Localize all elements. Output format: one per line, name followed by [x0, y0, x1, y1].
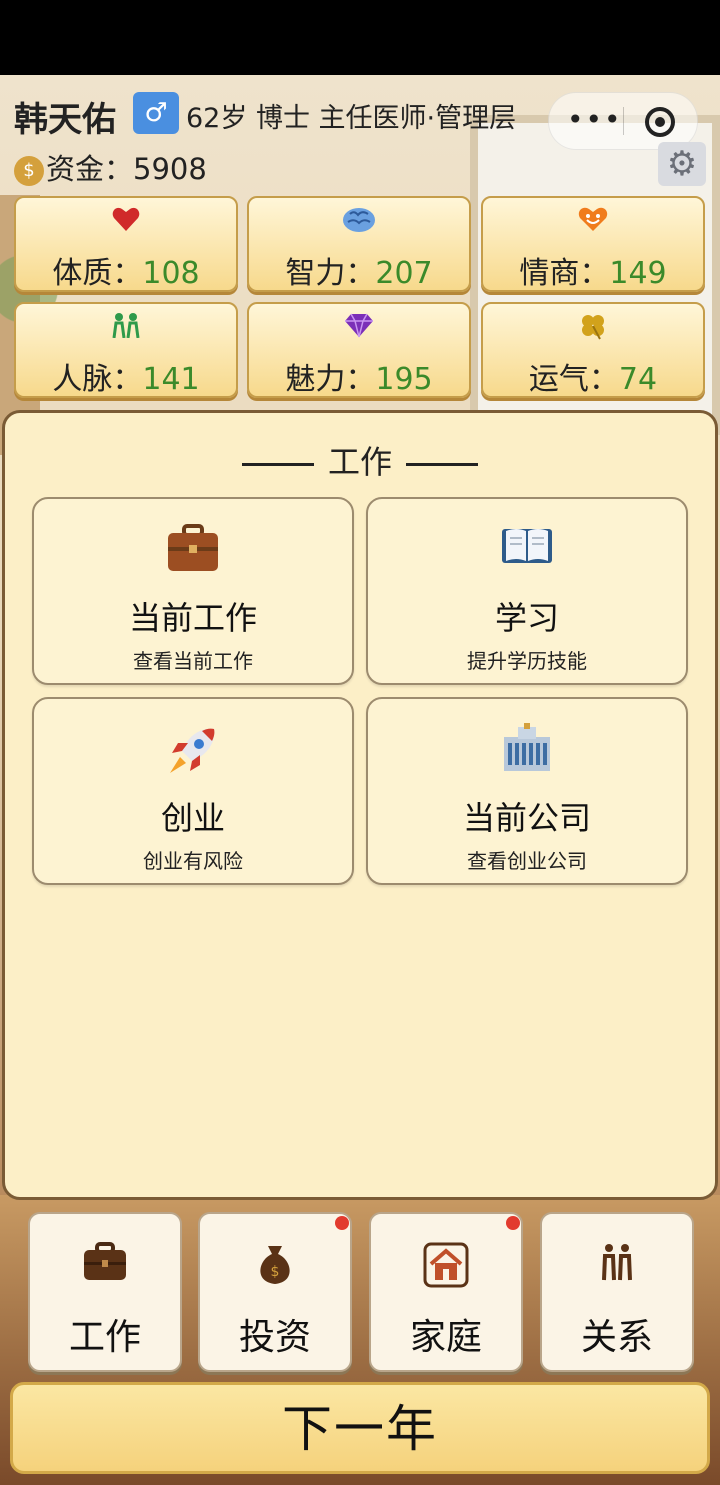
money-bag-icon: $: [14, 156, 44, 186]
more-menu-icon[interactable]: •••: [567, 103, 623, 136]
nav-label: 关系: [580, 1317, 653, 1358]
stat-value: 207: [375, 256, 433, 291]
card-subtitle: 创业有风险: [143, 849, 243, 873]
notification-badge: [335, 1216, 349, 1230]
nav-family[interactable]: 家庭: [369, 1212, 523, 1372]
nav-work[interactable]: 工作: [28, 1212, 182, 1372]
heart-icon: [16, 206, 236, 238]
card-subtitle: 查看当前工作: [133, 649, 253, 673]
office-building-icon: [368, 723, 686, 777]
panel-title-text: 工作: [327, 443, 392, 481]
stat-label: 运气：: [528, 362, 619, 397]
stat-label: 人脉：: [52, 362, 143, 397]
clover-icon: [483, 312, 703, 346]
money-value: 5908: [133, 152, 207, 186]
stat-label: 魅力：: [285, 362, 376, 397]
stat-network: 人脉：141: [14, 302, 238, 398]
card-title: 学习: [494, 599, 559, 637]
close-target-icon[interactable]: [645, 107, 675, 137]
card-subtitle: 提升学历技能: [467, 649, 587, 673]
stat-intelligence: 智力：207: [247, 196, 471, 292]
svg-text:$: $: [271, 1264, 280, 1280]
title-divider-left: [241, 462, 314, 466]
stat-luck: 运气：74: [481, 302, 705, 398]
card-startup[interactable]: 创业 创业有风险: [32, 697, 354, 885]
capsule-divider: [623, 107, 624, 135]
settings-gear-button[interactable]: ⚙: [658, 142, 706, 186]
money-label: 资金：: [46, 152, 134, 186]
stat-constitution: 体质：108: [14, 196, 238, 292]
status-bar: [0, 0, 720, 75]
stat-label: 智力：: [285, 256, 376, 291]
card-title: 当前工作: [128, 599, 257, 637]
nav-label: 工作: [68, 1317, 141, 1358]
money-bag-icon: $: [200, 1242, 350, 1288]
nav-label: 投资: [238, 1317, 311, 1358]
stat-label: 体质：: [52, 256, 143, 291]
stat-value: 74: [618, 362, 658, 397]
stat-eq: 情商：149: [481, 196, 705, 292]
stat-charm: 魅力：195: [247, 302, 471, 398]
stat-value: 149: [609, 256, 667, 291]
panel-title: 工作: [0, 437, 720, 483]
next-year-button[interactable]: 下一年: [10, 1382, 710, 1474]
title-divider-right: [406, 462, 478, 466]
nav-label: 家庭: [409, 1317, 482, 1358]
people-icon: [16, 312, 236, 344]
card-title: 创业: [160, 799, 225, 837]
card-subtitle: 查看创业公司: [467, 849, 587, 873]
card-study[interactable]: 学习 提升学历技能: [366, 497, 688, 685]
diamond-icon: [249, 312, 469, 344]
card-current-job[interactable]: 当前工作 查看当前工作: [32, 497, 354, 685]
brain-icon: [249, 206, 469, 240]
money-display: $ 资金：5908: [14, 146, 207, 188]
house-icon: [371, 1242, 521, 1288]
stat-value: 141: [142, 362, 200, 397]
book-icon: [368, 523, 686, 577]
stat-value: 108: [142, 256, 200, 291]
briefcase-icon: [34, 523, 352, 577]
player-name: 韩天佑: [14, 100, 116, 140]
couple-icon: [542, 1242, 692, 1288]
notification-badge: [506, 1216, 520, 1230]
stat-label: 情商：: [519, 256, 610, 291]
briefcase-icon: [30, 1242, 180, 1288]
smile-icon: [483, 206, 703, 238]
next-year-label: 下一年: [282, 1400, 438, 1458]
stat-value: 195: [375, 362, 433, 397]
card-title: 当前公司: [462, 799, 591, 837]
nav-relationship[interactable]: 关系: [540, 1212, 694, 1372]
rocket-icon: [34, 723, 352, 777]
card-current-company[interactable]: 当前公司 查看创业公司: [366, 697, 688, 885]
player-info: 62岁 博士 主任医师·管理层: [186, 103, 517, 134]
male-icon: ♂: [133, 92, 179, 134]
nav-invest[interactable]: $ 投资: [198, 1212, 352, 1372]
